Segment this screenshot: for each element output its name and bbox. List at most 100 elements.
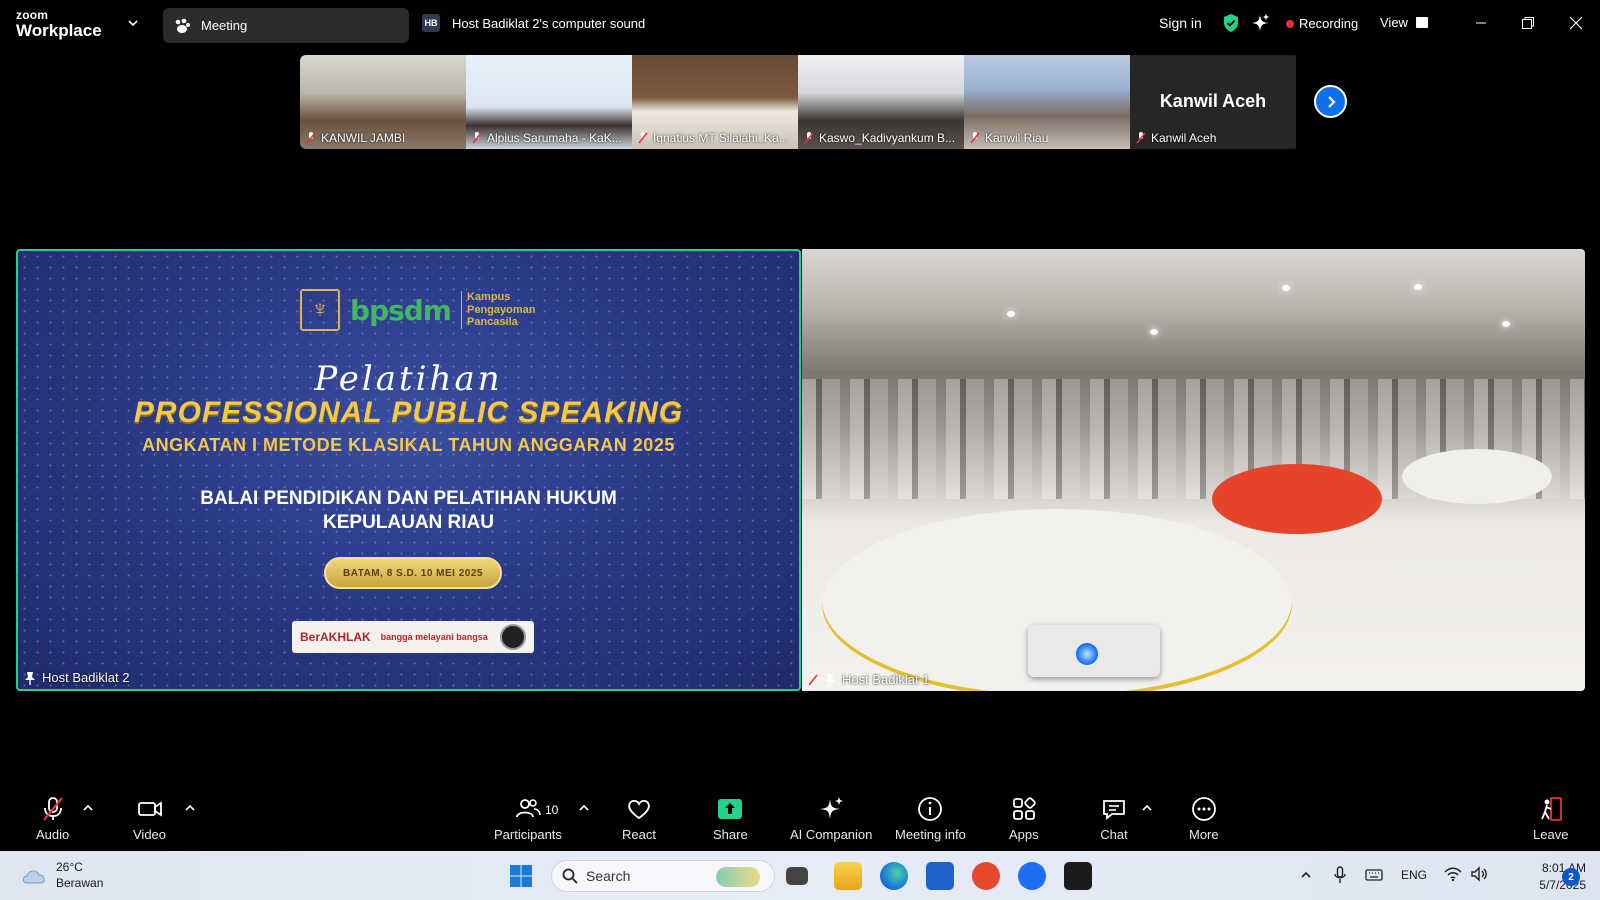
view-button[interactable]: View bbox=[1380, 15, 1428, 30]
institution-line-2: KEPULAUAN RIAU bbox=[323, 511, 494, 533]
computer-sound-tab[interactable]: HB Host Badiklat 2's computer sound bbox=[422, 14, 645, 32]
react-button[interactable]: React bbox=[622, 795, 656, 842]
participant-strip: KANWIL JAMBI Alpius Sarumaha - KaK... Ig… bbox=[300, 55, 1300, 149]
task-view-icon[interactable] bbox=[786, 867, 808, 885]
slide-logo: ♆ bpsdm Kampus Pengayoman Pancasila bbox=[300, 289, 535, 331]
muted-mic-icon bbox=[1136, 132, 1146, 144]
video-tile-host-badiklat-2[interactable]: ♆ bpsdm Kampus Pengayoman Pancasila Pela… bbox=[16, 249, 801, 691]
leave-button[interactable]: Leave bbox=[1533, 795, 1568, 842]
video-button[interactable]: Video bbox=[133, 795, 166, 842]
slide-title: PROFESSIONAL PUBLIC SPEAKING bbox=[133, 396, 684, 429]
audio-button[interactable]: Audio bbox=[36, 795, 69, 842]
ai-sparkle-icon bbox=[820, 797, 844, 819]
meeting-toolbar: Audio Video Participants 10 React Share … bbox=[0, 789, 1600, 851]
next-page-button[interactable] bbox=[1314, 85, 1347, 118]
shield-check-icon[interactable] bbox=[1222, 13, 1240, 33]
more-dots-icon bbox=[1191, 797, 1216, 821]
meeting-info-button[interactable]: Meeting info bbox=[895, 795, 966, 842]
weather-widget[interactable]: 26°C Berawan bbox=[20, 859, 103, 891]
slide-pelatihan: Pelatihan bbox=[314, 359, 503, 399]
participants-count: 10 bbox=[545, 803, 559, 817]
participants-icon bbox=[516, 799, 541, 818]
chevron-up-icon[interactable] bbox=[81, 801, 95, 815]
taskbar-search[interactable]: Search bbox=[551, 860, 775, 892]
speaker-icon[interactable] bbox=[1470, 866, 1488, 882]
muted-mic-icon bbox=[472, 132, 482, 144]
muted-mic-icon bbox=[306, 132, 316, 144]
cloud-icon bbox=[22, 870, 45, 884]
audio-label: Audio bbox=[36, 827, 70, 842]
notification-badge[interactable]: 2 bbox=[1562, 868, 1580, 886]
participant-tile[interactable]: Kanwil Aceh Kanwil Aceh bbox=[1130, 55, 1296, 149]
ai-sparkle-icon[interactable] bbox=[1250, 13, 1270, 33]
participant-name: Alpius Sarumaha - KaK... bbox=[487, 131, 622, 145]
weather-condition: Berawan bbox=[56, 876, 104, 891]
muted-mic-icon bbox=[970, 132, 980, 144]
restore-icon[interactable] bbox=[1517, 12, 1539, 34]
zoom-app-icon[interactable] bbox=[1018, 862, 1046, 890]
chevron-up-icon[interactable] bbox=[183, 801, 197, 815]
chevron-up-icon[interactable] bbox=[1299, 868, 1313, 882]
participant-tile[interactable]: Kanwil Riau bbox=[964, 55, 1130, 149]
ai-companion-button[interactable]: AI Companion bbox=[790, 795, 872, 842]
file-explorer-icon[interactable] bbox=[834, 862, 862, 890]
slide-date-badge: BATAM, 8 S.D. 10 MEI 2025 bbox=[324, 557, 502, 589]
video-tile-host-badiklat-1[interactable]: Host Badiklat 1 bbox=[802, 249, 1585, 691]
chevron-down-icon[interactable] bbox=[126, 16, 140, 30]
chat-button[interactable]: Chat bbox=[1100, 795, 1128, 842]
pin-icon bbox=[25, 671, 35, 685]
berakhlak-text: BerAKHLAK bbox=[300, 630, 371, 644]
kampus-line: Pancasila bbox=[466, 316, 518, 329]
close-icon[interactable] bbox=[1565, 12, 1587, 34]
windows-start-icon[interactable] bbox=[509, 864, 533, 888]
view-label: View bbox=[1380, 15, 1408, 30]
video-label: Host Badiklat 1 bbox=[808, 672, 929, 687]
participant-tile[interactable]: Alpius Sarumaha - KaK... bbox=[466, 55, 632, 149]
edge-browser-icon[interactable] bbox=[880, 862, 908, 890]
participants-label: Participants bbox=[494, 827, 562, 842]
kampus-text: Kampus Pengayoman Pancasila bbox=[460, 291, 535, 329]
chevron-up-icon[interactable] bbox=[577, 801, 591, 815]
leave-door-icon bbox=[1540, 797, 1562, 821]
participant-name: Kaswo_Kadivyankum B... bbox=[819, 131, 956, 145]
apps-label: Apps bbox=[1009, 827, 1039, 842]
meeting-tab-label: Meeting bbox=[201, 18, 248, 33]
more-button[interactable]: More bbox=[1189, 795, 1219, 842]
keyboard-icon[interactable] bbox=[1365, 868, 1383, 882]
meeting-paw-icon bbox=[175, 18, 190, 33]
participant-display-name: Kanwil Aceh bbox=[1159, 91, 1267, 111]
ceiling-light bbox=[1150, 329, 1158, 335]
participant-label: Kanwil Riau bbox=[970, 131, 1048, 145]
brand-bottom: Workplace bbox=[16, 21, 102, 40]
ceiling-light bbox=[1414, 284, 1422, 290]
ceiling-light bbox=[1502, 321, 1510, 327]
microsoft-store-icon[interactable] bbox=[926, 862, 954, 890]
round-table-red bbox=[1212, 464, 1382, 534]
minimize-icon[interactable] bbox=[1470, 12, 1492, 34]
participant-tile[interactable]: Kaswo_Kadivyankum B... bbox=[798, 55, 964, 149]
recording-indicator[interactable]: Recording bbox=[1286, 16, 1358, 31]
wifi-icon[interactable] bbox=[1444, 866, 1462, 882]
participant-label: Alpius Sarumaha - KaK... bbox=[472, 131, 622, 145]
participant-label: KANWIL JAMBI bbox=[306, 131, 405, 145]
search-label: Search bbox=[586, 868, 631, 884]
chevron-up-icon[interactable] bbox=[1140, 801, 1154, 815]
wps-office-icon[interactable] bbox=[972, 862, 1000, 890]
apps-button[interactable]: Apps bbox=[1009, 795, 1039, 842]
sign-in-link[interactable]: Sign in bbox=[1159, 15, 1202, 31]
bangga-text: bangga melayani bangsa bbox=[380, 631, 488, 642]
share-button[interactable]: Share bbox=[713, 795, 748, 842]
meeting-tab[interactable]: Meeting bbox=[163, 8, 409, 43]
participant-tile[interactable]: Ignatius MT Silalahi_Ka... bbox=[632, 55, 798, 149]
chat-label: Chat bbox=[1100, 827, 1128, 842]
language-indicator[interactable]: ENG bbox=[1401, 868, 1427, 882]
zoom-workplace-logo[interactable]: zoom Workplace bbox=[16, 9, 102, 39]
institution-line-1: BALAI PENDIDIKAN DAN PELATIHAN HUKUM bbox=[200, 488, 617, 509]
participant-tile[interactable]: KANWIL JAMBI bbox=[300, 55, 466, 149]
participant-name: Host Badiklat 2 bbox=[42, 670, 130, 685]
emblem-icon: ♆ bbox=[300, 289, 340, 331]
leave-label: Leave bbox=[1533, 827, 1569, 842]
terminal-icon[interactable] bbox=[1064, 862, 1092, 890]
title-bar: zoom Workplace Meeting HB Host Badiklat … bbox=[0, 0, 1600, 48]
microphone-icon[interactable] bbox=[1333, 866, 1347, 884]
